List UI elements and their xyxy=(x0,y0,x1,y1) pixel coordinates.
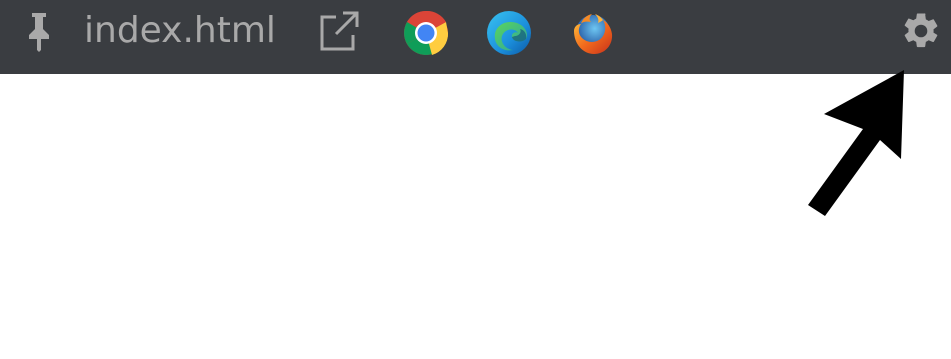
toolbar: index.html xyxy=(0,0,951,74)
pin-icon[interactable] xyxy=(24,10,54,52)
chrome-icon[interactable] xyxy=(402,9,450,57)
gear-icon[interactable] xyxy=(900,10,942,52)
arrow-pointer-icon xyxy=(808,70,904,216)
edge-icon[interactable] xyxy=(485,9,533,57)
firefox-icon[interactable] xyxy=(568,9,616,57)
file-name-label: index.html xyxy=(84,10,276,51)
popout-icon[interactable] xyxy=(316,8,362,54)
